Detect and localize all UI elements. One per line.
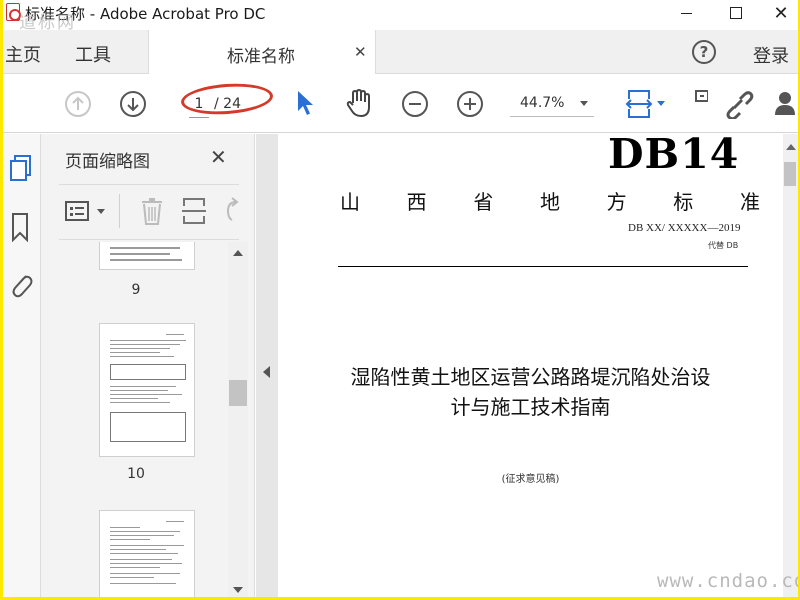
collapse-panel-icon[interactable] [263, 366, 270, 378]
divider [119, 194, 120, 228]
thumbnail-options-button[interactable] [64, 199, 92, 227]
chevron-down-icon[interactable] [580, 101, 588, 106]
document-page: DB14 山 西 省 地 方 标 准 DB XX/ XXXXX—2019 代替 … [278, 130, 783, 597]
standard-type-char: 山 [340, 190, 360, 214]
next-page-button[interactable] [120, 91, 146, 117]
standard-type-char: 西 [406, 190, 427, 214]
plus-icon [464, 98, 476, 110]
divider [338, 266, 748, 267]
hand-icon [346, 89, 370, 117]
standard-type-char: 地 [539, 190, 560, 214]
standard-type-char: 准 [739, 190, 760, 214]
standard-type-char: 省 [473, 190, 494, 214]
help-icon[interactable]: ? [692, 40, 716, 64]
page-thumbnail[interactable] [99, 323, 195, 457]
acrobat-window: 标准名称 - Adobe Acrobat Pro DC ✕ 道标网 主页 工具 … [3, 0, 798, 597]
bookmark-icon [12, 213, 28, 243]
page-thumbnail[interactable] [99, 510, 195, 597]
maximize-button[interactable] [713, 0, 759, 26]
tab-home[interactable]: 主页 [5, 41, 41, 67]
fit-width-icon [625, 90, 653, 118]
trash-icon [142, 198, 162, 225]
scroll-up-icon[interactable] [233, 250, 243, 256]
thumbnails-panel: 页面缩略图 ✕ 9 10 [41, 134, 255, 597]
divider [59, 239, 239, 240]
chevron-down-icon[interactable] [97, 209, 105, 214]
comment-icon [695, 90, 709, 102]
panel-title: 页面缩略图 [65, 152, 150, 172]
attachments-rail-button[interactable] [7, 270, 35, 304]
divider [59, 184, 239, 185]
close-tab-icon[interactable]: ✕ [354, 43, 367, 61]
document-title-line2: 计与施工技术指南 [450, 395, 611, 419]
scroll-thumb[interactable] [784, 162, 796, 186]
document-scrollbar[interactable] [783, 134, 798, 597]
zoom-in-button[interactable] [457, 91, 483, 117]
standard-type-char: 标 [673, 190, 694, 214]
share-users-button[interactable] [775, 89, 798, 123]
comment-tool-button[interactable] [694, 89, 709, 121]
scroll-down-icon[interactable] [233, 587, 243, 593]
previous-page-button[interactable] [65, 91, 91, 117]
thumbnail-scrollbar[interactable] [228, 242, 248, 597]
list-options-icon [65, 201, 89, 221]
standard-type: 山 西 省 地 方 标 准 [340, 186, 760, 215]
select-tool-button[interactable] [295, 89, 315, 121]
minimize-button[interactable] [663, 0, 709, 26]
thumbnail-page-number: 9 [131, 282, 141, 298]
arrow-down-icon [127, 98, 139, 112]
acrobat-app-icon [6, 3, 21, 21]
cursor-arrow-icon [298, 91, 313, 115]
page-thumbnail[interactable] [99, 242, 195, 270]
close-window-button[interactable]: ✕ [758, 0, 798, 26]
navigation-rail [3, 134, 41, 597]
close-panel-icon[interactable]: ✕ [210, 145, 227, 169]
draft-note: (征求意见稿) [501, 474, 560, 485]
extract-icon [182, 198, 206, 224]
minus-icon [409, 103, 421, 105]
extract-page-button[interactable] [181, 196, 207, 230]
chevron-down-icon[interactable] [657, 101, 665, 106]
replaces-note: 代替 DB [708, 241, 739, 250]
fit-page-button[interactable] [625, 89, 653, 123]
paperclip-icon [12, 275, 33, 298]
standard-code: DB XX/ XXXXX—2019 [628, 222, 741, 234]
arrow-up-icon [72, 96, 84, 110]
login-button[interactable]: 登录 [753, 42, 789, 68]
document-tab-label: 标准名称 [227, 47, 295, 67]
link-icon [726, 91, 754, 121]
rotate-page-button[interactable] [222, 196, 240, 230]
title-bar: 标准名称 - Adobe Acrobat Pro DC ✕ [3, 0, 798, 26]
hand-tool-button[interactable] [343, 87, 375, 123]
delete-page-button[interactable] [139, 196, 165, 230]
scroll-thumb[interactable] [229, 380, 247, 406]
standard-mark: DB14 [608, 130, 740, 178]
bookmarks-rail-button[interactable] [7, 212, 35, 246]
scroll-up-icon[interactable] [786, 144, 796, 150]
watermark-bottom: www.cndao.com [657, 570, 798, 592]
highlight-ellipse [180, 80, 274, 118]
tab-document[interactable]: 标准名称 ✕ [148, 30, 376, 74]
tab-tools[interactable]: 工具 [75, 41, 111, 67]
rotate-icon [226, 197, 239, 221]
standard-type-char: 方 [606, 190, 627, 214]
thumbnail-list: 9 10 [41, 242, 226, 597]
zoom-out-button[interactable] [402, 91, 428, 117]
tab-bar: 主页 工具 标准名称 ✕ ? 登录 [3, 30, 798, 74]
page-thumbnails-rail-button[interactable] [7, 154, 35, 188]
document-view: DB14 山 西 省 地 方 标 准 DB XX/ XXXXX—2019 代替 … [256, 130, 798, 597]
thumbnail-page-number: 10 [127, 466, 145, 482]
document-title-line1: 湿陷性黄土地区运营公路路堤沉陷处治设 [350, 365, 711, 389]
share-link-button[interactable] [722, 89, 754, 123]
user-icon [775, 92, 795, 115]
pages-icon [10, 155, 31, 181]
main-toolbar: 1 / 24 44.7% [3, 75, 798, 133]
